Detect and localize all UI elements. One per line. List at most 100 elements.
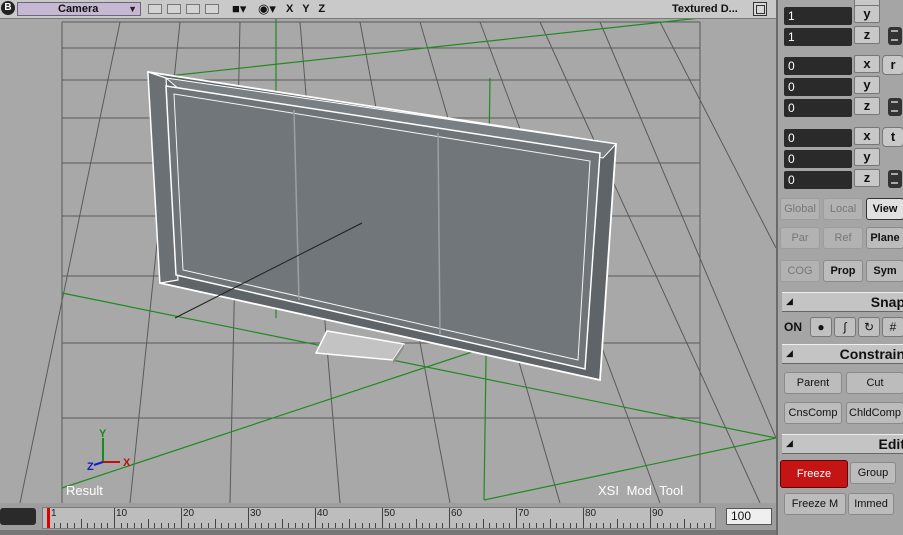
timeline-minor-tick [562, 523, 564, 528]
maximize-icon[interactable] [753, 2, 767, 16]
axes-toggle-label[interactable]: X Y Z [286, 2, 328, 16]
view-toggle-1[interactable] [148, 4, 162, 14]
timeline-minor-tick [388, 523, 390, 528]
translate-z-button[interactable]: z [854, 169, 880, 187]
snap-point-icon[interactable]: ● [810, 317, 832, 337]
par-button[interactable]: Par [780, 227, 820, 249]
collapse-triangle-icon: ◢ [786, 348, 793, 358]
axis-y-label: Y [99, 428, 107, 440]
prop-button[interactable]: Prop [823, 260, 863, 282]
video-camera-icon[interactable]: ■▾ [232, 1, 246, 17]
view-toggle-2[interactable] [167, 4, 181, 14]
group-button[interactable]: Group [850, 462, 896, 484]
immed-button[interactable]: Immed [848, 493, 894, 515]
timeline-minor-tick [442, 523, 444, 528]
timeline-minor-tick [335, 523, 337, 528]
display-mode-select[interactable]: Textured D... [672, 2, 738, 16]
eye-icon[interactable]: ◉▾ [258, 1, 276, 17]
viewport[interactable]: Y X Z B Camera ▼ ■▾ ◉▾ X Y Z Textured D.… [0, 0, 776, 503]
freeze-button[interactable]: Freeze [780, 460, 848, 488]
timeline-minor-tick [596, 523, 598, 528]
rotate-grid-icon[interactable] [888, 98, 902, 116]
translate-grid-icon[interactable] [888, 170, 902, 188]
scale-y-field[interactable]: 1 [784, 7, 852, 25]
snap-curve-icon[interactable]: ∫ [834, 317, 856, 337]
timeline-minor-tick [629, 523, 631, 528]
snap-grid-icon[interactable]: # [882, 317, 903, 337]
local-button[interactable]: Local [823, 198, 863, 220]
tool-label: XSI Mod Tool [598, 483, 684, 498]
timeline-scrollbar[interactable] [0, 530, 776, 535]
translate-y-field[interactable]: 0 [784, 150, 852, 168]
timeline-minor-tick [281, 519, 283, 528]
timeline-tick-label: 90 [652, 508, 664, 519]
snap-on-label[interactable]: ON [784, 320, 802, 334]
timeline-minor-tick [134, 523, 136, 528]
timeline-minor-tick [221, 523, 223, 528]
timeline-minor-tick [187, 523, 189, 528]
rotate-x-button[interactable]: x [854, 55, 880, 73]
timeline-minor-tick [227, 523, 229, 528]
snap-title: Snap [870, 294, 903, 310]
timeline-minor-tick [710, 523, 712, 528]
rotate-y-button[interactable]: y [854, 76, 880, 94]
timeline-minor-tick [341, 523, 343, 528]
snap-section-header[interactable]: ◢ Snap [782, 292, 903, 312]
timeline-ruler[interactable]: 1 10 20 30 40 50 60 70 80 90 [42, 507, 716, 529]
timeline-minor-tick [160, 523, 162, 528]
view-button[interactable]: View [866, 198, 903, 220]
chevron-down-icon: ▼ [128, 4, 137, 14]
cnscomp-button[interactable]: CnsComp [784, 402, 842, 424]
rotate-z-field[interactable]: 0 [784, 99, 852, 117]
cog-button[interactable]: COG [780, 260, 820, 282]
translate-x-field[interactable]: 0 [784, 129, 852, 147]
timeline-minor-tick [415, 519, 417, 528]
timeline-minor-tick [643, 523, 645, 528]
scale-z-button[interactable]: z [854, 26, 880, 44]
freeze-m-button[interactable]: Freeze M [784, 493, 846, 515]
axis-x-label: X [123, 457, 131, 469]
playhead[interactable] [47, 508, 50, 528]
timeline-major-tick [382, 508, 383, 528]
scene-3d[interactable]: Y X Z [0, 18, 776, 503]
timeline-tick-label: 80 [585, 508, 597, 519]
timeline-minor-tick [616, 519, 618, 528]
snap-rotate-icon[interactable]: ↻ [858, 317, 880, 337]
scale-grid-icon[interactable] [888, 27, 902, 45]
cut-button[interactable]: Cut [846, 372, 903, 394]
edit-section-header[interactable]: ◢ Edit [782, 434, 903, 454]
timeline-minor-tick [127, 523, 129, 528]
parent-button[interactable]: Parent [784, 372, 842, 394]
rotate-z-button[interactable]: z [854, 97, 880, 115]
timeline-minor-tick [495, 523, 497, 528]
rotate-x-field[interactable]: 0 [784, 57, 852, 75]
translate-side-button[interactable]: t [882, 127, 903, 147]
ref-button[interactable]: Ref [823, 227, 863, 249]
timeline-minor-tick [422, 523, 424, 528]
timeline-minor-tick [576, 523, 578, 528]
timeline-minor-tick [609, 523, 611, 528]
frame-end-field[interactable]: 100 [726, 508, 772, 525]
constrain-section-header[interactable]: ◢ Constrain [782, 344, 903, 364]
plane-button[interactable]: Plane [866, 227, 903, 249]
translate-z-field[interactable]: 0 [784, 171, 852, 189]
chldcomp-button[interactable]: ChldComp [846, 402, 903, 424]
rotate-side-button[interactable]: r [882, 55, 903, 75]
view-toggle-4[interactable] [205, 4, 219, 14]
camera-select[interactable]: Camera ▼ [17, 2, 141, 16]
timeline-minor-tick [549, 519, 551, 528]
translate-x-button[interactable]: x [854, 127, 880, 145]
scale-y-button[interactable]: y [854, 5, 880, 23]
translate-y-button[interactable]: y [854, 148, 880, 166]
view-toggle-3[interactable] [186, 4, 200, 14]
global-button[interactable]: Global [780, 198, 820, 220]
frame-start-field[interactable] [0, 508, 36, 525]
timeline-minor-tick [328, 523, 330, 528]
viewport-b-icon[interactable]: B [1, 1, 15, 15]
scale-z-field[interactable]: 1 [784, 28, 852, 46]
timeline-minor-tick [201, 523, 203, 528]
timeline-minor-tick [469, 523, 471, 528]
rotate-y-field[interactable]: 0 [784, 78, 852, 96]
timeline-minor-tick [167, 523, 169, 528]
sym-button[interactable]: Sym [866, 260, 903, 282]
